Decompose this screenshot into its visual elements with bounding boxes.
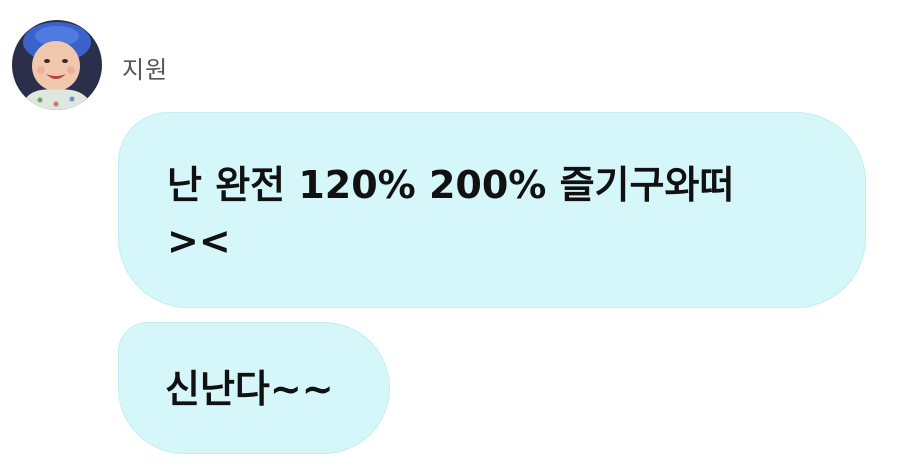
message-text-line: >< — [167, 219, 231, 263]
sender-name: 지원 — [122, 56, 169, 84]
chat-thread: 지원 난 완전 120% 200% 즐기구와떠 >< 신난다~~ — [0, 0, 897, 472]
avatar[interactable] — [12, 20, 102, 110]
message-text-line: 난 완전 120% 200% 즐기구와떠 — [167, 163, 735, 207]
baby-photo-avatar-icon — [12, 20, 102, 110]
message-bubble[interactable]: 난 완전 120% 200% 즐기구와떠 >< — [118, 112, 866, 308]
message-bubble[interactable]: 신난다~~ — [118, 322, 390, 454]
message-text-line: 신난다~~ — [165, 367, 334, 411]
